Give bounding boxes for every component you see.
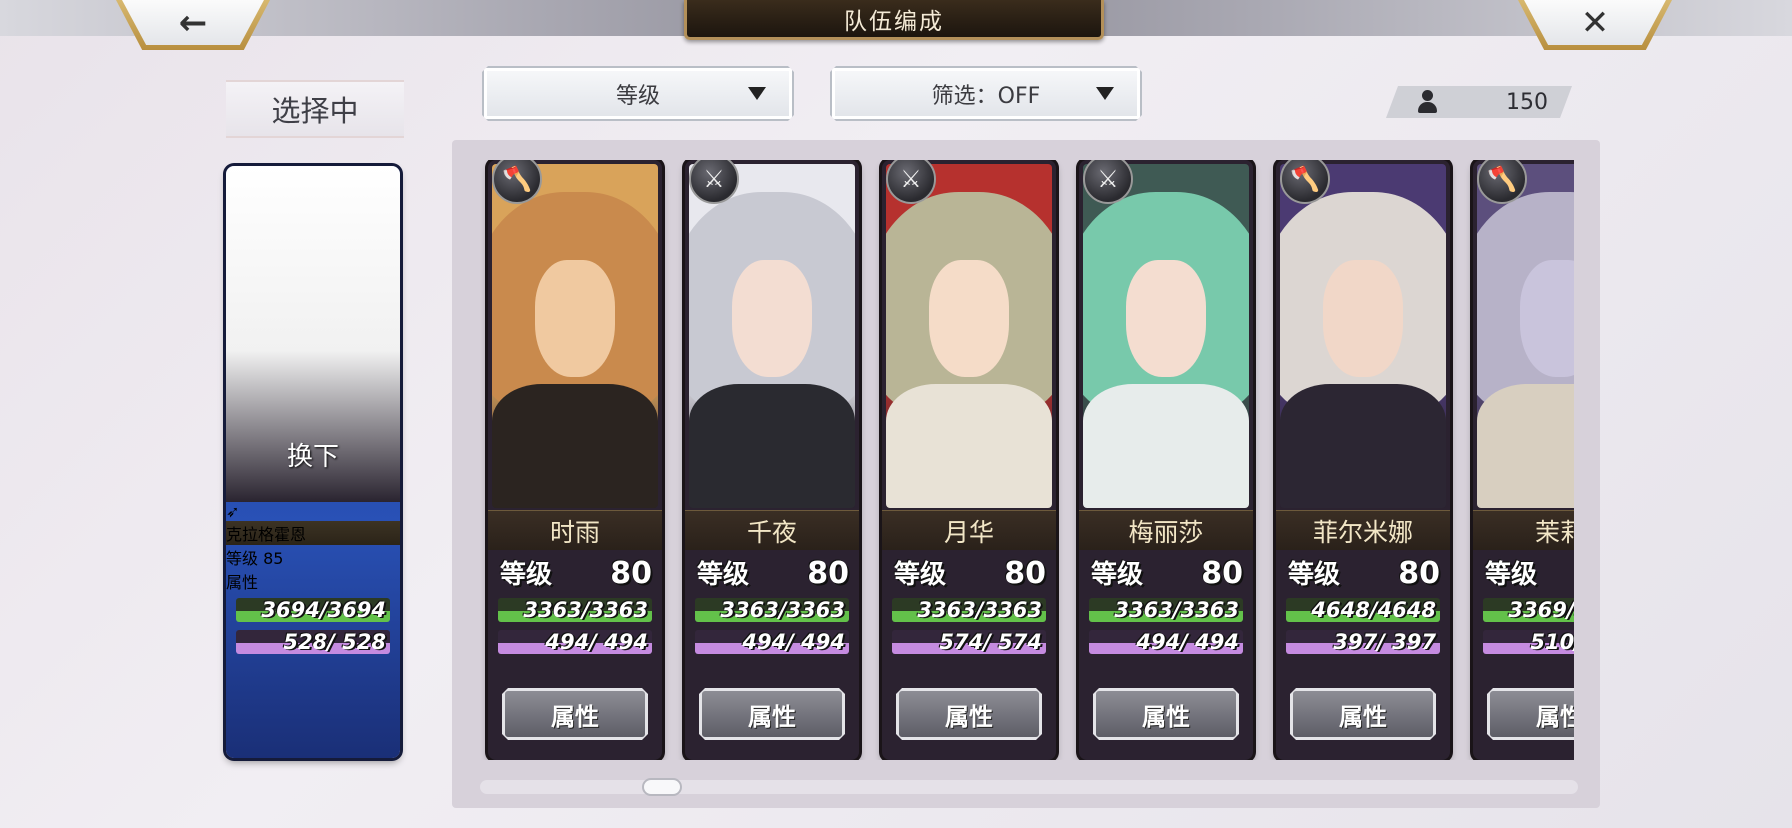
level-row: 等级 85 bbox=[226, 545, 400, 569]
mp-bar: 397/ 397 bbox=[1286, 630, 1440, 654]
mp-bar: 528/ 528 bbox=[236, 630, 390, 654]
character-name: 茉莉 bbox=[1473, 510, 1574, 550]
level-label: 等级 bbox=[894, 560, 947, 590]
character-name: 时雨 bbox=[488, 510, 662, 550]
level-label: 等级 bbox=[697, 560, 750, 590]
character-name: 梅丽莎 bbox=[1079, 510, 1253, 550]
character-portrait bbox=[1477, 164, 1574, 508]
level-row: 等级 80 bbox=[697, 554, 849, 594]
level-value: 85 bbox=[263, 549, 284, 568]
portrait-body bbox=[1280, 384, 1446, 508]
mp-bar: 494/ 494 bbox=[498, 630, 652, 654]
back-arrow-icon: ← bbox=[178, 3, 208, 43]
character-portrait bbox=[1083, 164, 1249, 508]
level-label: 等级 bbox=[226, 549, 259, 568]
filter-dropdown[interactable]: 筛选：OFF bbox=[830, 66, 1142, 121]
level-value: 80 bbox=[610, 556, 652, 591]
filter-dropdown-value: 筛选：OFF bbox=[931, 83, 1041, 109]
back-button[interactable]: ← bbox=[116, 0, 270, 50]
mp-bar: 574/ 574 bbox=[892, 630, 1046, 654]
character-card[interactable]: ⚔ 千夜 等级 80 3363/3363 494/ 494 属性 bbox=[685, 160, 859, 760]
character-card[interactable]: 🪓 茉莉 等级 80 3369/3369 510/ 510 属性 bbox=[1473, 160, 1574, 760]
portrait-body bbox=[1083, 384, 1249, 508]
chevron-down-icon bbox=[1096, 87, 1114, 100]
roster-list: 🪓 时雨 等级 80 3363/3363 494/ 494 属性 ⚔ 千夜 等级… bbox=[480, 160, 1574, 760]
character-card[interactable]: ⚔ 月华 等级 80 3363/3363 574/ 574 属性 bbox=[882, 160, 1056, 760]
attributes-button[interactable]: 属性 bbox=[699, 688, 845, 740]
level-value: 80 bbox=[1398, 556, 1440, 591]
selecting-label: 选择中 bbox=[226, 80, 404, 138]
character-name: 菲尔米娜 bbox=[1276, 510, 1450, 550]
attributes-button[interactable]: 属性 bbox=[896, 688, 1042, 740]
level-value: 80 bbox=[807, 556, 849, 591]
level-row: 等级 80 bbox=[894, 554, 1046, 594]
level-label: 等级 bbox=[1485, 560, 1538, 590]
attributes-button[interactable]: 属性 bbox=[1487, 688, 1574, 740]
level-value: 80 bbox=[1004, 556, 1046, 591]
level-row: 等级 80 bbox=[1091, 554, 1243, 594]
person-icon bbox=[1416, 89, 1440, 115]
portrait-face bbox=[732, 260, 812, 378]
character-portrait bbox=[492, 164, 658, 508]
mp-bar: 494/ 494 bbox=[1089, 630, 1243, 654]
mp-bar: 510/ 510 bbox=[1483, 630, 1574, 654]
attributes-button[interactable]: 属性 bbox=[226, 569, 400, 593]
character-portrait bbox=[689, 164, 855, 508]
close-icon: ✕ bbox=[1580, 3, 1610, 43]
hp-bar: 3363/3363 bbox=[1089, 598, 1243, 622]
character-name: 月华 bbox=[882, 510, 1056, 550]
character-name: 千夜 bbox=[685, 510, 859, 550]
portrait-face bbox=[535, 260, 615, 378]
portrait-body bbox=[886, 384, 1052, 508]
level-row: 等级 80 bbox=[500, 554, 652, 594]
roster-scrollbar-thumb[interactable] bbox=[642, 778, 682, 796]
portrait-body bbox=[689, 384, 855, 508]
hp-bar: 3363/3363 bbox=[498, 598, 652, 622]
level-row: 等级 80 bbox=[1288, 554, 1440, 594]
character-portrait bbox=[1280, 164, 1446, 508]
hp-bar: 3369/3369 bbox=[1483, 598, 1574, 622]
chevron-down-icon bbox=[748, 87, 766, 100]
mp-bar: 494/ 494 bbox=[695, 630, 849, 654]
member-count-value: 150 bbox=[1506, 89, 1548, 115]
member-count: 150 bbox=[1386, 86, 1572, 118]
attributes-button[interactable]: 属性 bbox=[1290, 688, 1436, 740]
character-card[interactable]: 🪓 菲尔米娜 等级 80 4648/4648 397/ 397 属性 bbox=[1276, 160, 1450, 760]
hp-bar: 3694/3694 bbox=[236, 598, 390, 622]
sort-dropdown[interactable]: 等级 bbox=[482, 66, 794, 121]
portrait-face bbox=[1323, 260, 1403, 378]
hp-bar: 4648/4648 bbox=[1286, 598, 1440, 622]
portrait-face bbox=[929, 260, 1009, 378]
level-label: 等级 bbox=[500, 560, 553, 590]
level-row: 等级 80 bbox=[1485, 554, 1574, 594]
portrait-body bbox=[1477, 384, 1574, 508]
portrait-face bbox=[1126, 260, 1206, 378]
character-portrait bbox=[886, 164, 1052, 508]
swap-out-label[interactable]: 换下 bbox=[226, 436, 400, 473]
close-button[interactable]: ✕ bbox=[1518, 0, 1672, 50]
hp-bar: 3363/3363 bbox=[892, 598, 1046, 622]
selected-character-card[interactable]: ➶ 换下 克拉格霍恩 等级 85 3694/3694 528/ 528 属性 bbox=[226, 166, 400, 758]
level-label: 等级 bbox=[1288, 560, 1341, 590]
character-card[interactable]: ⚔ 梅丽莎 等级 80 3363/3363 494/ 494 属性 bbox=[1079, 160, 1253, 760]
sort-dropdown-value: 等级 bbox=[615, 83, 660, 109]
portrait-body bbox=[492, 384, 658, 508]
hp-bar: 3363/3363 bbox=[695, 598, 849, 622]
attributes-button[interactable]: 属性 bbox=[502, 688, 648, 740]
level-label: 等级 bbox=[1091, 560, 1144, 590]
level-value: 80 bbox=[1201, 556, 1243, 591]
page-title: 队伍编成 bbox=[684, 0, 1104, 40]
spear-icon: ➶ bbox=[226, 502, 240, 521]
character-name: 克拉格霍恩 bbox=[226, 521, 400, 545]
character-card[interactable]: 🪓 时雨 等级 80 3363/3363 494/ 494 属性 bbox=[488, 160, 662, 760]
attributes-button[interactable]: 属性 bbox=[1093, 688, 1239, 740]
